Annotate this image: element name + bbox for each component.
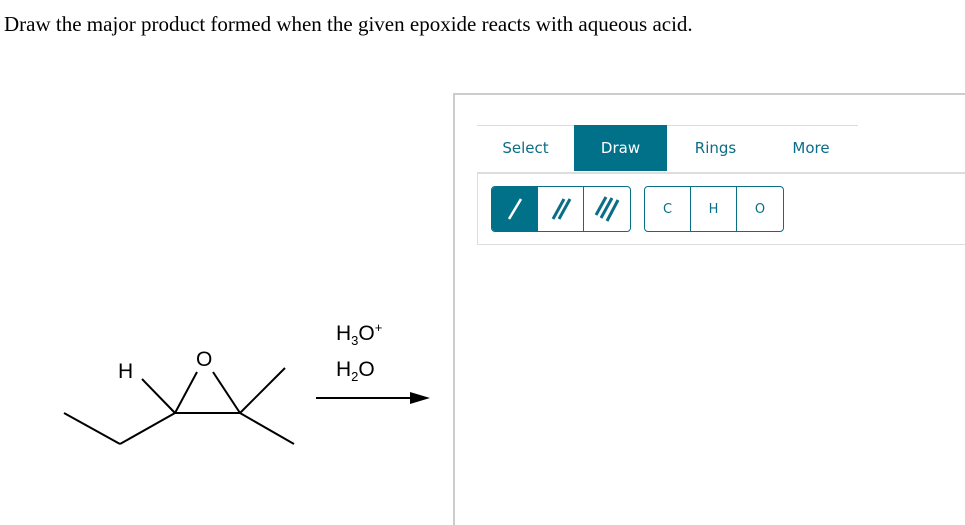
atom-h: H — [118, 360, 133, 383]
bond — [141, 378, 176, 414]
triple-bond-icon — [594, 196, 620, 222]
tab-rings[interactable]: Rings — [667, 125, 764, 171]
editor-tabs: Select Draw Rings More — [477, 125, 965, 174]
double-bond-button[interactable] — [538, 187, 584, 231]
bond — [119, 412, 176, 445]
double-bond-icon — [551, 198, 571, 220]
bond-tools — [491, 186, 631, 232]
reagent-h2o: H2O — [336, 358, 375, 385]
single-bond-button[interactable] — [492, 187, 538, 231]
atom-c-button[interactable]: C — [645, 187, 691, 231]
atom-o-button[interactable]: O — [737, 187, 783, 231]
bond — [239, 367, 286, 414]
bond — [63, 412, 121, 445]
bond — [239, 412, 295, 445]
single-bond-icon — [507, 198, 522, 220]
reagent-h3o: H3O+ — [336, 320, 383, 349]
tab-select[interactable]: Select — [477, 125, 574, 171]
arrow-head — [410, 392, 430, 404]
bond — [174, 371, 198, 414]
atom-tools: C H O — [644, 186, 784, 232]
tool-panel: C H O — [477, 173, 965, 245]
tab-draw[interactable]: Draw — [574, 125, 667, 171]
tab-more[interactable]: More — [764, 125, 858, 171]
atom-h-button[interactable]: H — [691, 187, 737, 231]
atom-o: O — [196, 348, 212, 371]
triple-bond-button[interactable] — [584, 187, 630, 231]
bond — [212, 371, 241, 414]
